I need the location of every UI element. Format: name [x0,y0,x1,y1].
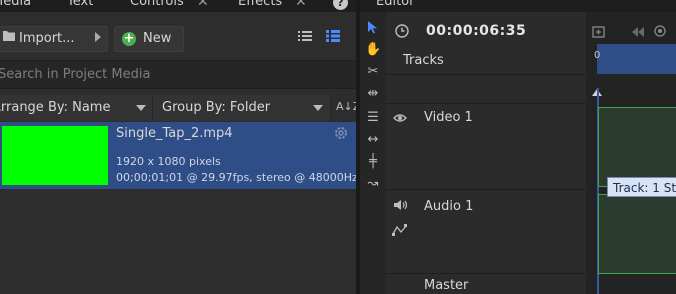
import-label: Import... [19,31,75,46]
tab-media[interactable]: Media [0,0,31,9]
search-input[interactable]: Search in Project Media [0,60,356,89]
sort-bar: Arrange By: Name Group By: Folder A↓Z [0,95,356,121]
hand-icon[interactable]: ✋ [365,42,381,58]
new-label: New [143,31,172,46]
track-separator [386,189,586,190]
media-item-resolution: 1920 x 1080 pixels [116,155,221,168]
audio-track-label: Audio 1 [424,199,474,214]
video-clip[interactable] [598,107,676,187]
track-tooltip: Track: 1 Sta [607,177,676,197]
detail-view-icon[interactable] [326,30,340,42]
chevron-down-icon [313,105,323,111]
add-marker-icon[interactable] [592,24,606,38]
editor-tool-strip: ✋ ✂ ⇹ ☰ ↔ ╪ ↝ [360,12,386,294]
tab-effects[interactable]: Effects [238,0,282,9]
media-toolbar: Import... + New [0,12,356,62]
media-tab-bar: Media Text Controls ✕ Effects ✕ ? [0,0,356,12]
folder-icon [3,30,15,41]
import-button[interactable]: Import... [0,26,108,52]
envelope-icon[interactable] [392,224,408,236]
plus-icon: + [122,31,136,46]
eye-icon[interactable] [393,112,407,122]
group-by-label: Group By: Folder [162,100,271,115]
curve-icon[interactable]: ↝ [365,176,381,192]
slide-icon[interactable]: ☰ [365,110,381,126]
track-separator [386,273,586,274]
ruler-start-label: 0 [594,50,601,61]
pointer-icon[interactable] [365,20,381,36]
speaker-icon[interactable] [393,199,408,211]
media-item-name: Single_Tap_2.mp4 [116,126,233,141]
media-thumbnail [2,126,108,185]
sort-order-icon[interactable]: A↓Z [336,100,356,113]
group-by-dropdown[interactable]: Group By: Folder [153,95,331,121]
timeline-ruler[interactable]: 0 [594,44,676,74]
tab-text[interactable]: Text [67,0,93,9]
tab-controls[interactable]: Controls [130,0,184,9]
rewind-icon[interactable] [632,26,644,37]
ripple-icon[interactable]: ↔ [365,132,381,148]
search-placeholder: Search in Project Media [0,67,151,82]
roll-icon[interactable]: ╪ [365,154,381,170]
chevron-right-icon [95,32,101,42]
close-icon[interactable]: ✕ [197,0,209,10]
clock-icon [395,24,409,38]
master-track-label: Master [424,278,469,293]
track-separator [386,74,586,75]
arrange-by-dropdown[interactable]: Arrange By: Name [0,95,153,121]
tracks-label: Tracks [403,53,444,68]
media-item-details: 00;00;01;01 @ 29.97fps, stereo @ 48000Hz [116,171,356,184]
track-headers: Tracks Video 1 Audio 1 Master [386,48,586,294]
help-icon[interactable]: ? [333,0,348,10]
tab-editor[interactable]: Editor [376,0,414,9]
video-track-label: Video 1 [424,110,473,125]
list-view-icon[interactable] [298,30,312,42]
slip-icon[interactable]: ⇹ [365,86,381,102]
record-icon[interactable] [654,25,666,37]
new-button[interactable]: + New [114,26,184,52]
media-panel: Media Text Controls ✕ Effects ✕ ? Import… [0,0,356,294]
arrange-by-label: Arrange By: Name [0,100,111,115]
timecode-bar: 00:00:06:35 [386,12,586,48]
audio-clip[interactable] [598,194,676,274]
close-icon[interactable]: ✕ [295,0,307,10]
timecode-display: 00:00:06:35 [426,23,527,39]
track-separator [386,103,586,104]
gear-icon[interactable] [333,125,349,141]
chevron-down-icon [136,105,146,111]
editor-tab-bar: Editor [360,0,676,12]
razor-icon[interactable]: ✂ [365,64,381,80]
